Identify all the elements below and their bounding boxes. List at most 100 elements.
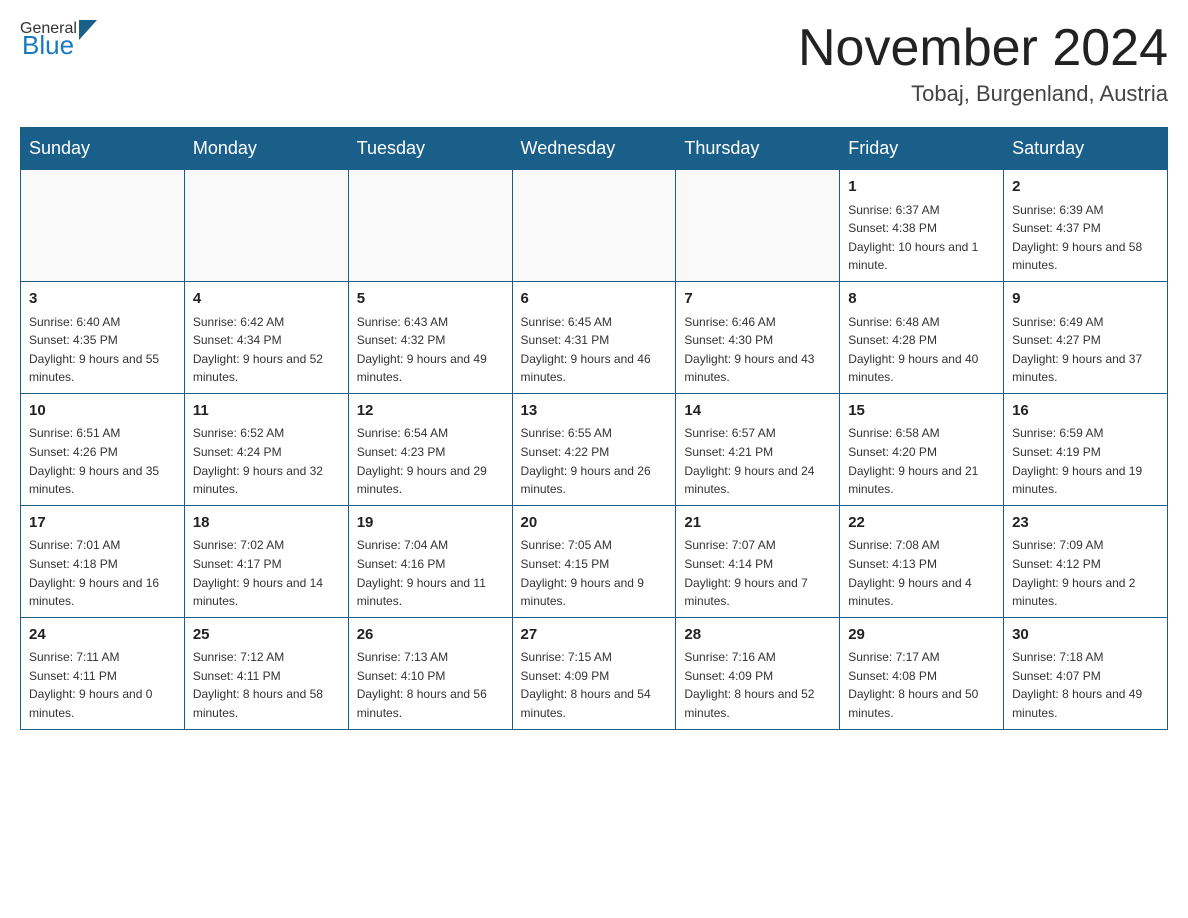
day-info: Sunrise: 6:39 AM Sunset: 4:37 PM Dayligh… (1012, 201, 1159, 275)
calendar-cell: 18Sunrise: 7:02 AM Sunset: 4:17 PM Dayli… (184, 505, 348, 617)
day-info: Sunrise: 7:04 AM Sunset: 4:16 PM Dayligh… (357, 536, 504, 610)
calendar-cell: 21Sunrise: 7:07 AM Sunset: 4:14 PM Dayli… (676, 505, 840, 617)
calendar-cell: 15Sunrise: 6:58 AM Sunset: 4:20 PM Dayli… (840, 393, 1004, 505)
calendar-cell (348, 170, 512, 282)
day-info: Sunrise: 7:07 AM Sunset: 4:14 PM Dayligh… (684, 536, 831, 610)
day-number: 27 (521, 624, 668, 647)
calendar-cell: 12Sunrise: 6:54 AM Sunset: 4:23 PM Dayli… (348, 393, 512, 505)
day-info: Sunrise: 7:05 AM Sunset: 4:15 PM Dayligh… (521, 536, 668, 610)
day-info: Sunrise: 7:01 AM Sunset: 4:18 PM Dayligh… (29, 536, 176, 610)
logo-blue-text: Blue (22, 30, 74, 61)
calendar-cell: 7Sunrise: 6:46 AM Sunset: 4:30 PM Daylig… (676, 282, 840, 394)
calendar-cell: 6Sunrise: 6:45 AM Sunset: 4:31 PM Daylig… (512, 282, 676, 394)
page-header: General Blue November 2024 Tobaj, Burgen… (20, 20, 1168, 107)
calendar-day-header: Tuesday (348, 128, 512, 170)
calendar-cell: 26Sunrise: 7:13 AM Sunset: 4:10 PM Dayli… (348, 617, 512, 729)
calendar-day-header: Saturday (1004, 128, 1168, 170)
month-title: November 2024 (798, 20, 1168, 77)
calendar-cell: 14Sunrise: 6:57 AM Sunset: 4:21 PM Dayli… (676, 393, 840, 505)
calendar-cell: 28Sunrise: 7:16 AM Sunset: 4:09 PM Dayli… (676, 617, 840, 729)
day-number: 21 (684, 512, 831, 535)
day-info: Sunrise: 6:57 AM Sunset: 4:21 PM Dayligh… (684, 424, 831, 498)
calendar-week-row: 1Sunrise: 6:37 AM Sunset: 4:38 PM Daylig… (21, 170, 1168, 282)
calendar-cell: 30Sunrise: 7:18 AM Sunset: 4:07 PM Dayli… (1004, 617, 1168, 729)
calendar-cell: 23Sunrise: 7:09 AM Sunset: 4:12 PM Dayli… (1004, 505, 1168, 617)
day-number: 16 (1012, 400, 1159, 423)
day-info: Sunrise: 6:55 AM Sunset: 4:22 PM Dayligh… (521, 424, 668, 498)
day-number: 19 (357, 512, 504, 535)
calendar-cell (512, 170, 676, 282)
calendar-cell: 4Sunrise: 6:42 AM Sunset: 4:34 PM Daylig… (184, 282, 348, 394)
logo: General Blue (20, 20, 97, 61)
day-info: Sunrise: 7:17 AM Sunset: 4:08 PM Dayligh… (848, 648, 995, 722)
calendar-cell: 25Sunrise: 7:12 AM Sunset: 4:11 PM Dayli… (184, 617, 348, 729)
day-number: 30 (1012, 624, 1159, 647)
day-info: Sunrise: 6:46 AM Sunset: 4:30 PM Dayligh… (684, 313, 831, 387)
day-number: 4 (193, 288, 340, 311)
logo-arrow-icon (79, 20, 97, 40)
calendar-cell (21, 170, 185, 282)
day-info: Sunrise: 6:54 AM Sunset: 4:23 PM Dayligh… (357, 424, 504, 498)
calendar-cell: 29Sunrise: 7:17 AM Sunset: 4:08 PM Dayli… (840, 617, 1004, 729)
day-number: 10 (29, 400, 176, 423)
calendar-cell: 2Sunrise: 6:39 AM Sunset: 4:37 PM Daylig… (1004, 170, 1168, 282)
day-info: Sunrise: 6:59 AM Sunset: 4:19 PM Dayligh… (1012, 424, 1159, 498)
day-info: Sunrise: 6:43 AM Sunset: 4:32 PM Dayligh… (357, 313, 504, 387)
day-info: Sunrise: 6:51 AM Sunset: 4:26 PM Dayligh… (29, 424, 176, 498)
day-number: 5 (357, 288, 504, 311)
day-info: Sunrise: 6:37 AM Sunset: 4:38 PM Dayligh… (848, 201, 995, 275)
day-info: Sunrise: 7:08 AM Sunset: 4:13 PM Dayligh… (848, 536, 995, 610)
day-number: 25 (193, 624, 340, 647)
day-info: Sunrise: 7:16 AM Sunset: 4:09 PM Dayligh… (684, 648, 831, 722)
calendar-cell: 1Sunrise: 6:37 AM Sunset: 4:38 PM Daylig… (840, 170, 1004, 282)
day-number: 28 (684, 624, 831, 647)
day-number: 29 (848, 624, 995, 647)
calendar-week-row: 17Sunrise: 7:01 AM Sunset: 4:18 PM Dayli… (21, 505, 1168, 617)
calendar-day-header: Thursday (676, 128, 840, 170)
calendar-cell (676, 170, 840, 282)
day-number: 2 (1012, 176, 1159, 199)
day-info: Sunrise: 7:13 AM Sunset: 4:10 PM Dayligh… (357, 648, 504, 722)
calendar-cell (184, 170, 348, 282)
day-number: 7 (684, 288, 831, 311)
location-text: Tobaj, Burgenland, Austria (798, 81, 1168, 107)
day-info: Sunrise: 6:42 AM Sunset: 4:34 PM Dayligh… (193, 313, 340, 387)
calendar-week-row: 10Sunrise: 6:51 AM Sunset: 4:26 PM Dayli… (21, 393, 1168, 505)
day-number: 8 (848, 288, 995, 311)
day-number: 23 (1012, 512, 1159, 535)
day-number: 3 (29, 288, 176, 311)
calendar-cell: 8Sunrise: 6:48 AM Sunset: 4:28 PM Daylig… (840, 282, 1004, 394)
calendar-day-header: Friday (840, 128, 1004, 170)
day-info: Sunrise: 7:02 AM Sunset: 4:17 PM Dayligh… (193, 536, 340, 610)
calendar-cell: 13Sunrise: 6:55 AM Sunset: 4:22 PM Dayli… (512, 393, 676, 505)
day-number: 22 (848, 512, 995, 535)
calendar-week-row: 24Sunrise: 7:11 AM Sunset: 4:11 PM Dayli… (21, 617, 1168, 729)
calendar-day-header: Wednesday (512, 128, 676, 170)
calendar-cell: 27Sunrise: 7:15 AM Sunset: 4:09 PM Dayli… (512, 617, 676, 729)
day-number: 12 (357, 400, 504, 423)
calendar-cell: 17Sunrise: 7:01 AM Sunset: 4:18 PM Dayli… (21, 505, 185, 617)
day-number: 6 (521, 288, 668, 311)
day-info: Sunrise: 7:18 AM Sunset: 4:07 PM Dayligh… (1012, 648, 1159, 722)
calendar-cell: 22Sunrise: 7:08 AM Sunset: 4:13 PM Dayli… (840, 505, 1004, 617)
calendar-cell: 3Sunrise: 6:40 AM Sunset: 4:35 PM Daylig… (21, 282, 185, 394)
day-number: 20 (521, 512, 668, 535)
day-info: Sunrise: 6:45 AM Sunset: 4:31 PM Dayligh… (521, 313, 668, 387)
calendar-week-row: 3Sunrise: 6:40 AM Sunset: 4:35 PM Daylig… (21, 282, 1168, 394)
calendar-cell: 19Sunrise: 7:04 AM Sunset: 4:16 PM Dayli… (348, 505, 512, 617)
calendar-cell: 10Sunrise: 6:51 AM Sunset: 4:26 PM Dayli… (21, 393, 185, 505)
calendar-header-row: SundayMondayTuesdayWednesdayThursdayFrid… (21, 128, 1168, 170)
calendar-day-header: Sunday (21, 128, 185, 170)
day-info: Sunrise: 6:58 AM Sunset: 4:20 PM Dayligh… (848, 424, 995, 498)
day-info: Sunrise: 7:09 AM Sunset: 4:12 PM Dayligh… (1012, 536, 1159, 610)
day-number: 17 (29, 512, 176, 535)
day-info: Sunrise: 6:52 AM Sunset: 4:24 PM Dayligh… (193, 424, 340, 498)
day-info: Sunrise: 7:12 AM Sunset: 4:11 PM Dayligh… (193, 648, 340, 722)
calendar-cell: 9Sunrise: 6:49 AM Sunset: 4:27 PM Daylig… (1004, 282, 1168, 394)
calendar-cell: 5Sunrise: 6:43 AM Sunset: 4:32 PM Daylig… (348, 282, 512, 394)
day-number: 14 (684, 400, 831, 423)
calendar-day-header: Monday (184, 128, 348, 170)
day-number: 11 (193, 400, 340, 423)
day-number: 24 (29, 624, 176, 647)
day-number: 18 (193, 512, 340, 535)
